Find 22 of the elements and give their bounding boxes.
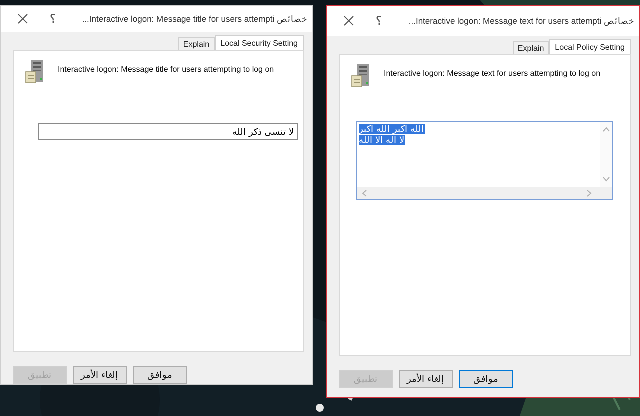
scroll-bar[interactable] (600, 122, 612, 187)
policy-description: Interactive logon: Message title for users attempting to log on (58, 64, 274, 74)
tab[interactable]: Explain (512, 41, 550, 54)
help-button[interactable]: ؟ (369, 11, 389, 31)
dialog-button[interactable]: إلغاء الأمر (399, 370, 453, 388)
window-title: خصائص Interactive logon: Message title for users attempti... (81, 14, 308, 24)
server-icon (24, 59, 46, 85)
scroll-bar[interactable] (357, 187, 612, 199)
dialog-button[interactable]: موافق (459, 370, 513, 388)
dialog-button[interactable]: إلغاء الأمر (73, 366, 127, 384)
close-icon (18, 14, 28, 24)
tab[interactable]: Explain (178, 37, 215, 50)
text-area[interactable]: الله اكبر الله اكبر لا اله الا الله (356, 121, 613, 200)
close-icon (344, 16, 354, 26)
tab[interactable]: Local Security Setting (214, 35, 304, 50)
tab[interactable]: Local Policy Setting (549, 39, 631, 54)
input-field[interactable]: لا تنسى ذكر الله (38, 123, 298, 140)
help-button[interactable]: ؟ (43, 9, 63, 29)
window-title: خصائص Interactive logon: Message text for users attempti... (408, 16, 635, 26)
policy-description: Interactive logon: Message text for users attempting to log on (384, 68, 601, 78)
server-icon (350, 63, 372, 89)
dialog-button[interactable]: موافق (133, 366, 187, 384)
